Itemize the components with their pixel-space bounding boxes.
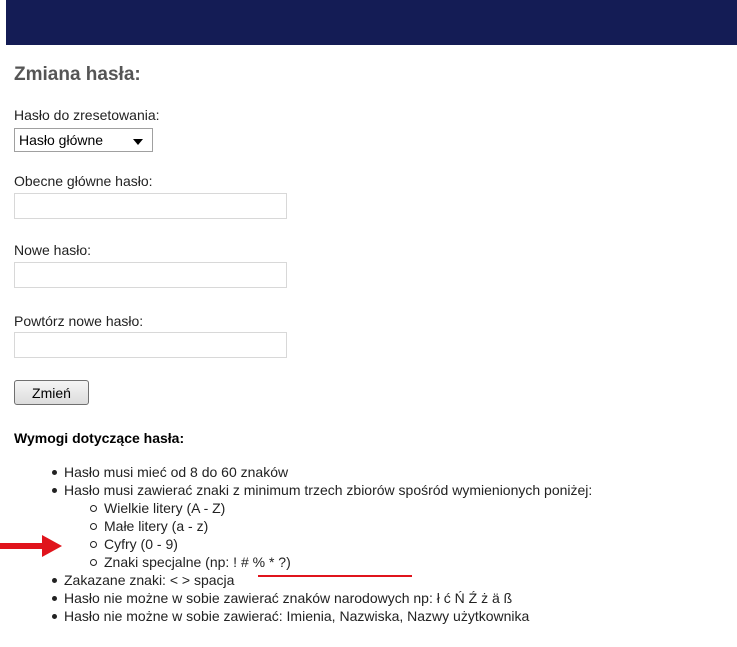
annotation-underline <box>258 575 412 577</box>
requirements-title: Wymogi dotyczące hasła: <box>14 430 185 446</box>
list-item: Hasło musi mieć od 8 do 60 znaków <box>0 463 592 481</box>
list-item: Hasło nie możne w sobie zawierać: Imieni… <box>0 607 592 625</box>
header-bar <box>6 0 737 45</box>
page: Zmiana hasła: Hasło do zresetowania: Has… <box>0 0 737 647</box>
page-title: Zmiana hasła: <box>14 64 141 85</box>
requirements-list: Hasło musi mieć od 8 do 60 znaków Hasło … <box>0 463 592 625</box>
current-password-label: Obecne główne hasło: <box>14 173 153 189</box>
list-item: Zakazane znaki: < > spacja <box>0 571 592 589</box>
current-password-input[interactable] <box>14 193 287 219</box>
list-item: Hasło nie możne w sobie zawierać znaków … <box>0 589 592 607</box>
new-password-label: Nowe hasło: <box>14 242 92 258</box>
list-item: Cyfry (0 - 9) <box>64 535 592 553</box>
character-sets-list: Wielkie litery (A - Z) Małe litery (a - … <box>64 499 592 571</box>
reset-label: Hasło do zresetowania: <box>14 107 160 123</box>
password-type-select[interactable]: Hasło główne <box>14 128 153 152</box>
password-type-selected: Hasło główne <box>19 132 104 148</box>
chevron-down-icon <box>133 139 143 145</box>
new-password-input[interactable] <box>14 262 287 288</box>
arrow-right-icon <box>0 535 62 557</box>
repeat-password-input[interactable] <box>14 332 287 358</box>
list-item: Znaki specjalne (np: ! # % * ?) <box>64 553 592 571</box>
list-item: Wielkie litery (A - Z) <box>64 499 592 517</box>
list-item: Hasło musi zawierać znaki z minimum trze… <box>0 481 592 571</box>
repeat-password-label: Powtórz nowe hasło: <box>14 313 144 329</box>
change-password-button[interactable]: Zmień <box>14 380 89 405</box>
list-item: Małe litery (a - z) <box>64 517 592 535</box>
